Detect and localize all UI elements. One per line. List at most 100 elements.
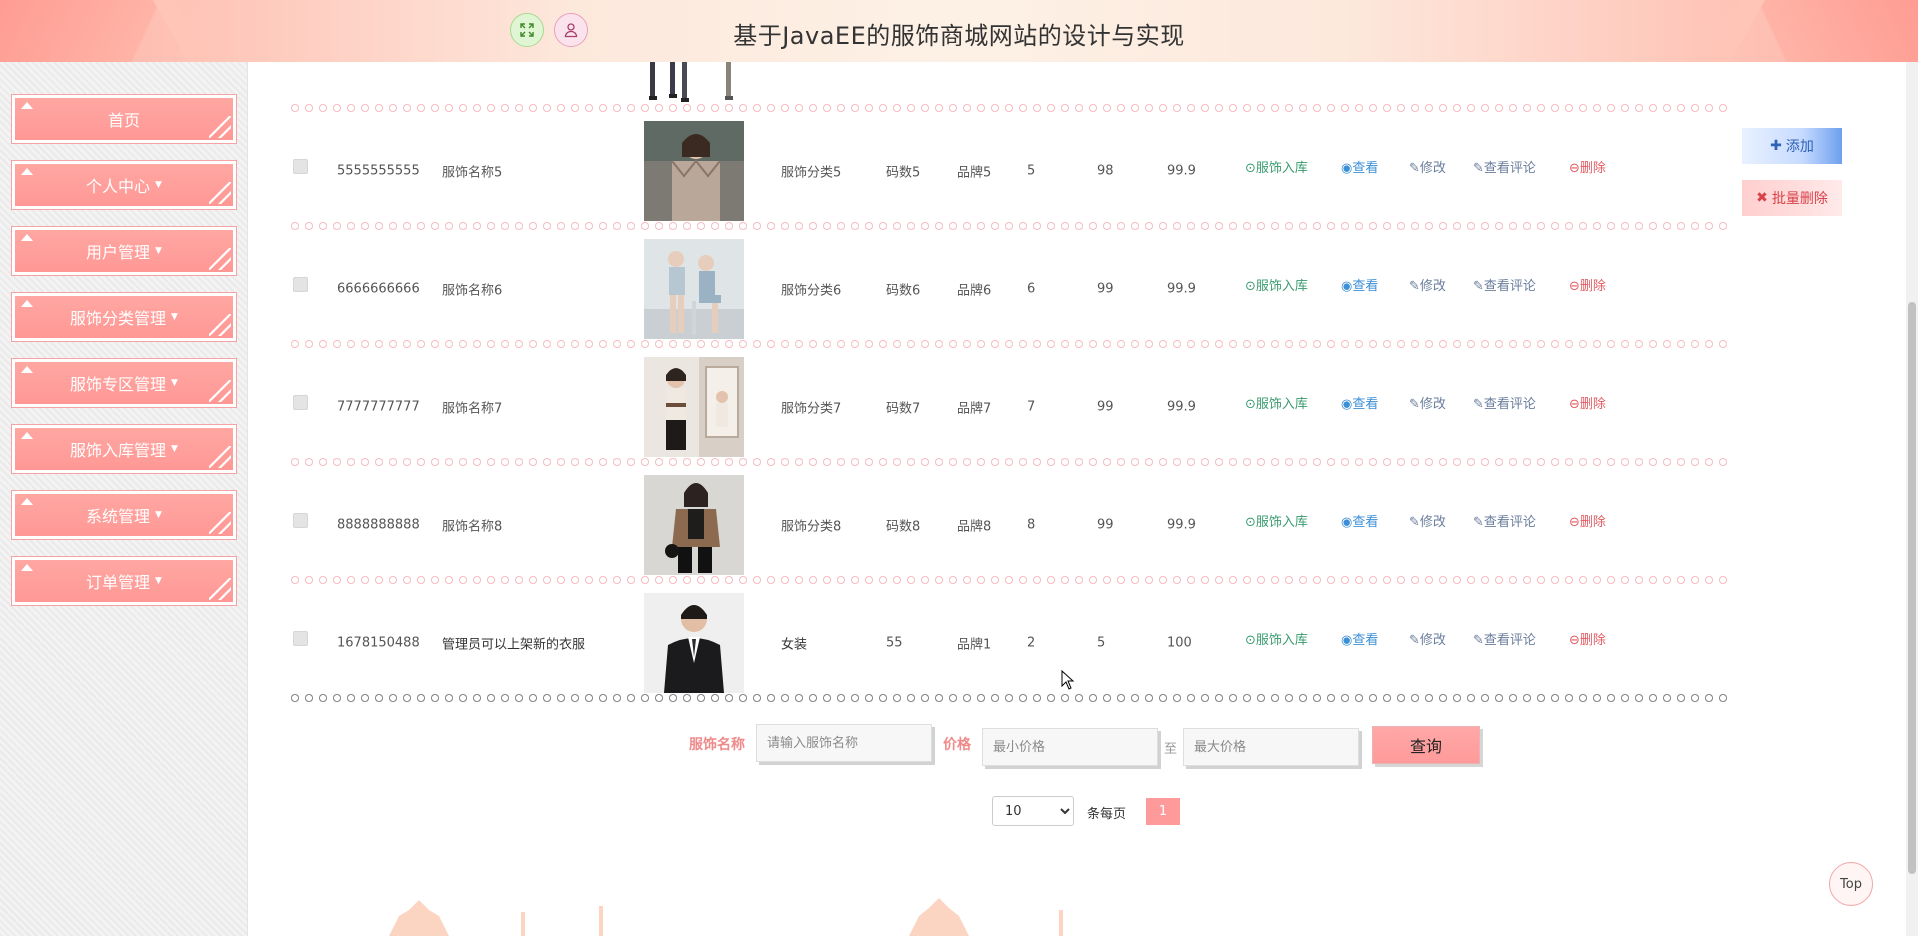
eye-icon: ◉ <box>1341 397 1353 412</box>
edit-button[interactable]: ✎修改 <box>1409 157 1446 176</box>
view-label: 查看 <box>1352 279 1379 294</box>
view-comments-label: 查看评论 <box>1483 397 1536 412</box>
product-id: 8888888888 <box>337 517 420 533</box>
sidebar-item-stock-in-management[interactable]: 服饰入库管理 ▼ <box>11 424 237 474</box>
max-price-input[interactable] <box>1183 728 1359 766</box>
name-search-input[interactable] <box>756 724 932 762</box>
view-button[interactable]: ◉查看 <box>1341 629 1378 648</box>
delete-button[interactable]: ⊖删除 <box>1569 629 1606 648</box>
view-label: 查看 <box>1352 397 1379 412</box>
sidebar-item-home[interactable]: 首页 <box>11 94 237 144</box>
minus-circle-icon: ⊖ <box>1569 633 1580 648</box>
pencil-icon: ✎ <box>1409 515 1420 530</box>
sidebar-item-order-management[interactable]: 订单管理 ▼ <box>11 556 237 606</box>
row-checkbox[interactable] <box>293 277 308 292</box>
product-size: 码数7 <box>886 401 921 417</box>
delete-label: 删除 <box>1579 397 1606 412</box>
stock-in-button[interactable]: ⊙服饰入库 <box>1245 275 1308 294</box>
view-comments-button[interactable]: ✎查看评论 <box>1473 511 1536 530</box>
sidebar-item-label: 个人中心 <box>86 177 151 196</box>
stock-in-button[interactable]: ⊙服饰入库 <box>1245 157 1308 176</box>
view-button[interactable]: ◉查看 <box>1341 157 1378 176</box>
table-row: 8888888888 服饰名称8 服饰分类8 码数8 品牌8 8 99 99.9… <box>289 466 1732 584</box>
vertical-scrollbar[interactable] <box>1906 62 1918 936</box>
sidebar-item-label: 服饰入库管理 <box>70 441 167 460</box>
row-checkbox[interactable] <box>293 631 308 646</box>
batch-delete-button[interactable]: ✖ 批量删除 <box>1742 180 1842 216</box>
product-col-b: 99 <box>1097 517 1114 533</box>
product-col-b: 99 <box>1097 281 1114 297</box>
caret-down-icon: ▼ <box>155 576 162 586</box>
sidebar-item-system-management[interactable]: 系统管理 ▼ <box>11 490 237 540</box>
check-circle-icon: ⊙ <box>1245 161 1256 176</box>
product-col-a: 7 <box>1027 399 1036 415</box>
name-search-label: 服饰名称 <box>689 737 745 753</box>
stock-in-button[interactable]: ⊙服饰入库 <box>1245 511 1308 530</box>
delete-button[interactable]: ⊖删除 <box>1569 275 1606 294</box>
product-price: 99.9 <box>1167 281 1196 297</box>
delete-button[interactable]: ⊖删除 <box>1569 511 1606 530</box>
sidebar-item-zone-management[interactable]: 服饰专区管理 ▼ <box>11 358 237 408</box>
product-col-b: 98 <box>1097 163 1114 179</box>
scrollbar-thumb[interactable] <box>1908 302 1916 874</box>
product-price: 99.9 <box>1167 517 1196 533</box>
caret-down-icon: ▼ <box>171 312 178 322</box>
view-button[interactable]: ◉查看 <box>1341 275 1378 294</box>
edit-button[interactable]: ✎修改 <box>1409 511 1446 530</box>
edit-button[interactable]: ✎修改 <box>1409 629 1446 648</box>
view-button[interactable]: ◉查看 <box>1341 393 1378 412</box>
delete-button[interactable]: ⊖删除 <box>1569 393 1606 412</box>
view-comments-button[interactable]: ✎查看评论 <box>1473 393 1536 412</box>
row-checkbox[interactable] <box>293 159 308 174</box>
query-button[interactable]: 查询 <box>1372 726 1480 764</box>
delete-button[interactable]: ⊖删除 <box>1569 157 1606 176</box>
stock-in-button[interactable]: ⊙服饰入库 <box>1245 393 1308 412</box>
stock-in-label: 服饰入库 <box>1255 161 1308 176</box>
product-id: 7777777777 <box>337 399 420 415</box>
view-comments-label: 查看评论 <box>1483 161 1536 176</box>
row-checkbox[interactable] <box>293 513 308 528</box>
edit-button[interactable]: ✎修改 <box>1409 393 1446 412</box>
view-label: 查看 <box>1352 161 1379 176</box>
sidebar-item-personal-center[interactable]: 个人中心 ▼ <box>11 160 237 210</box>
stock-in-button[interactable]: ⊙服饰入库 <box>1245 629 1308 648</box>
product-image-partial <box>648 62 738 102</box>
back-to-top-button[interactable]: Top <box>1829 862 1873 906</box>
eye-icon: ◉ <box>1341 161 1353 176</box>
sidebar-item-label: 系统管理 <box>86 507 151 526</box>
edit-button[interactable]: ✎修改 <box>1409 275 1446 294</box>
pencil-icon: ✎ <box>1473 279 1484 294</box>
sidebar-item-user-management[interactable]: 用户管理 ▼ <box>11 226 237 276</box>
page-size-select[interactable]: 10 <box>992 796 1074 826</box>
edit-label: 修改 <box>1419 397 1446 412</box>
product-col-a: 5 <box>1027 163 1036 179</box>
product-col-b: 5 <box>1097 635 1106 651</box>
min-price-input[interactable] <box>982 728 1158 766</box>
add-button[interactable]: ✚ 添加 <box>1742 128 1842 164</box>
row-divider <box>289 458 1732 466</box>
page-button-current[interactable]: 1 <box>1146 798 1180 825</box>
delete-label: 删除 <box>1579 515 1606 530</box>
pencil-icon: ✎ <box>1409 161 1420 176</box>
eye-icon: ◉ <box>1341 633 1353 648</box>
stock-in-label: 服饰入库 <box>1255 279 1308 294</box>
product-name: 服饰名称5 <box>442 165 503 181</box>
row-divider <box>289 222 1732 230</box>
pencil-icon: ✎ <box>1409 633 1420 648</box>
view-label: 查看 <box>1352 633 1379 648</box>
range-separator: 至 <box>1164 742 1178 757</box>
view-comments-button[interactable]: ✎查看评论 <box>1473 157 1536 176</box>
product-name: 服饰名称6 <box>442 283 503 299</box>
minus-circle-icon: ⊖ <box>1569 515 1580 530</box>
minus-circle-icon: ⊖ <box>1569 161 1580 176</box>
view-comments-button[interactable]: ✎查看评论 <box>1473 275 1536 294</box>
sidebar-item-category-management[interactable]: 服饰分类管理 ▼ <box>11 292 237 342</box>
product-id: 6666666666 <box>337 281 420 297</box>
view-comments-button[interactable]: ✎查看评论 <box>1473 629 1536 648</box>
row-checkbox[interactable] <box>293 395 308 410</box>
product-image <box>644 593 744 693</box>
product-col-a: 6 <box>1027 281 1036 297</box>
close-icon: ✖ <box>1756 190 1768 206</box>
view-button[interactable]: ◉查看 <box>1341 511 1378 530</box>
product-image <box>644 239 744 339</box>
